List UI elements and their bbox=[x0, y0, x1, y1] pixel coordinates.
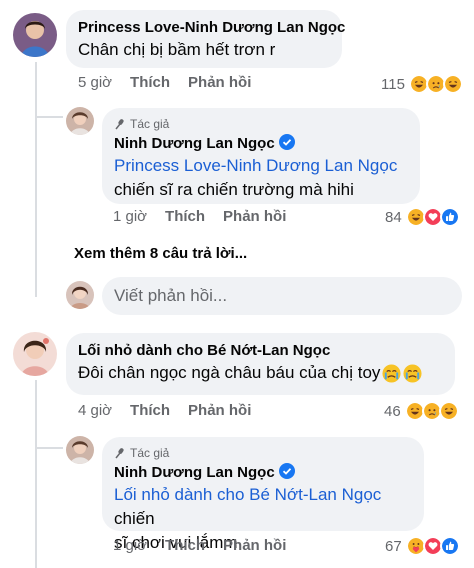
thread-line bbox=[35, 380, 37, 568]
reaction-summary[interactable]: 46 bbox=[384, 401, 459, 421]
reaction-count: 46 bbox=[384, 402, 401, 420]
comment-author[interactable]: Princess Love-Ninh Dương Lan Ngọc bbox=[78, 18, 345, 38]
like-button[interactable]: Thích bbox=[130, 74, 170, 91]
reply-button[interactable]: Phản hồi bbox=[188, 74, 251, 91]
crying-icon bbox=[403, 363, 422, 383]
microphone-icon bbox=[115, 119, 124, 130]
reply-time[interactable]: 1 giờ bbox=[113, 208, 147, 225]
mention-link[interactable]: Lối nhỏ dành cho Bé Nớt-Lan Ngọc bbox=[114, 485, 381, 504]
reaction-count: 67 bbox=[385, 537, 402, 555]
author-badge-label: Tác giả bbox=[130, 117, 170, 131]
reaction-count: 115 bbox=[381, 75, 405, 93]
haha-icon bbox=[438, 401, 459, 421]
avatar[interactable] bbox=[13, 13, 57, 57]
mention-link[interactable]: Princess Love-Ninh Dương Lan Ngọc bbox=[114, 154, 408, 178]
reply-text-body: chiến sĩ ra chiến trường mà hihi bbox=[114, 180, 354, 199]
current-user-avatar bbox=[66, 281, 94, 309]
reply-bubble: Tác giả Ninh Dương Lan Ngọc Lối nhỏ dành… bbox=[102, 437, 424, 552]
reply-actions: 1 giờ Thích Phản hồi bbox=[113, 537, 304, 554]
reply-button[interactable]: Phản hồi bbox=[223, 208, 286, 225]
avatar[interactable] bbox=[13, 332, 57, 376]
author-badge: Tác giả bbox=[114, 116, 408, 132]
comment-text: Chân chị bị bầm hết trơn r bbox=[78, 40, 276, 59]
thread-line bbox=[35, 447, 63, 449]
reply-author-name[interactable]: Ninh Dương Lan Ngọc bbox=[114, 135, 275, 152]
avatar[interactable] bbox=[66, 107, 94, 135]
reply-author-name[interactable]: Ninh Dương Lan Ngọc bbox=[114, 464, 275, 481]
reply-text: Princess Love-Ninh Dương Lan Ngọc chiến … bbox=[114, 154, 408, 202]
like-button[interactable]: Thích bbox=[165, 537, 205, 554]
comment-text-body: Đôi chân ngọc ngà châu báu của chị toy bbox=[78, 363, 381, 382]
reply-actions: 1 giờ Thích Phản hồi bbox=[113, 208, 304, 225]
like-button[interactable]: Thích bbox=[165, 208, 205, 225]
reply-input-placeholder: Viết phản hồi... bbox=[114, 286, 228, 305]
like-icon bbox=[439, 207, 460, 227]
comment-text: Đôi chân ngọc ngà châu báu của chị toy bbox=[78, 361, 443, 385]
see-more-replies[interactable]: Xem thêm 8 câu trả lời... bbox=[74, 245, 247, 262]
reply-button[interactable]: Phản hồi bbox=[223, 537, 286, 554]
reply-text-inline: chiến bbox=[114, 509, 155, 528]
like-icon bbox=[439, 536, 460, 556]
verified-icon bbox=[278, 463, 295, 479]
author-badge: Tác giả bbox=[114, 445, 412, 461]
comment-author[interactable]: Lối nhỏ dành cho Bé Nớt-Lan Ngọc bbox=[78, 341, 443, 361]
author-badge-label: Tác giả bbox=[130, 446, 170, 460]
reply-bubble: Tác giả Ninh Dương Lan Ngọc Princess Lov… bbox=[102, 108, 420, 204]
crying-icon bbox=[382, 363, 401, 383]
haha-icon bbox=[442, 74, 463, 94]
reaction-count: 84 bbox=[385, 208, 402, 226]
thread-line bbox=[35, 116, 63, 118]
reply-input[interactable]: Viết phản hồi... bbox=[102, 277, 462, 315]
comment-actions: 4 giờ Thích Phản hồi bbox=[78, 402, 269, 419]
thread-line bbox=[35, 62, 37, 297]
reply-time[interactable]: 1 giờ bbox=[113, 537, 147, 554]
comment-actions: 5 giờ Thích Phản hồi bbox=[78, 74, 269, 91]
reaction-summary[interactable]: 67 bbox=[385, 536, 460, 556]
reply-author: Ninh Dương Lan Ngọc bbox=[114, 134, 408, 154]
reply-button[interactable]: Phản hồi bbox=[188, 402, 251, 419]
reaction-summary[interactable]: 115 bbox=[381, 74, 463, 94]
avatar[interactable] bbox=[66, 436, 94, 464]
comment-time[interactable]: 5 giờ bbox=[78, 74, 112, 91]
comment-bubble: Princess Love-Ninh Dương Lan Ngọc Chân c… bbox=[66, 10, 345, 68]
verified-icon bbox=[278, 134, 295, 150]
comment-bubble: Lối nhỏ dành cho Bé Nớt-Lan Ngọc Đôi châ… bbox=[66, 333, 455, 395]
reply-author: Ninh Dương Lan Ngọc bbox=[114, 463, 412, 483]
microphone-icon bbox=[115, 448, 124, 459]
like-button[interactable]: Thích bbox=[130, 402, 170, 419]
reaction-summary[interactable]: 84 bbox=[385, 207, 460, 227]
comment-time[interactable]: 4 giờ bbox=[78, 402, 112, 419]
